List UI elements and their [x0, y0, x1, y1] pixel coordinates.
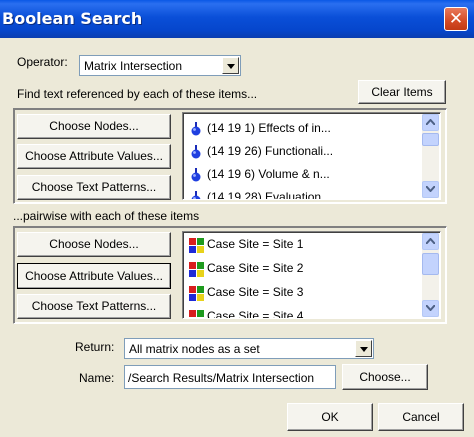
list-item[interactable]: Case Site = Site 2 — [189, 261, 303, 281]
choose-attribute-values-button-2[interactable]: Choose Attribute Values... — [17, 263, 171, 289]
chevron-down-icon[interactable] — [355, 340, 372, 357]
operator-label: Operator: — [17, 55, 68, 69]
attribute-value-icon — [189, 238, 204, 256]
cancel-button[interactable]: Cancel — [378, 403, 464, 431]
attribute-value-icon — [189, 262, 204, 280]
list-item[interactable]: (14 19 28) Evaluation... — [191, 190, 331, 199]
title-bar: Boolean Search ✕ — [0, 0, 474, 38]
name-field[interactable]: /Search Results/Matrix Intersection — [124, 365, 336, 389]
name-value: /Search Results/Matrix Intersection — [128, 371, 315, 385]
scroll-thumb[interactable] — [422, 133, 439, 146]
choose-nodes-button-1[interactable]: Choose Nodes... — [17, 114, 171, 139]
operator-value: Matrix Intersection — [84, 59, 183, 73]
list-item[interactable]: (14 19 1) Effects of in... — [191, 121, 331, 141]
section1-caption: Find text referenced by each of these it… — [17, 87, 258, 101]
choose-attribute-values-button-1[interactable]: Choose Attribute Values... — [17, 144, 171, 169]
window-title: Boolean Search — [2, 9, 143, 28]
list-item[interactable]: Case Site = Site 3 — [189, 285, 303, 305]
return-label: Return: — [75, 340, 115, 354]
scroll-down-icon[interactable] — [422, 181, 439, 198]
operator-dropdown[interactable]: Matrix Intersection — [79, 55, 241, 76]
list-item[interactable]: Case Site = Site 1 — [189, 237, 303, 257]
section2-scrollbar[interactable] — [422, 233, 439, 317]
scroll-down-icon[interactable] — [422, 300, 439, 317]
attribute-value-icon — [189, 286, 204, 304]
scroll-up-icon[interactable] — [422, 114, 439, 131]
choose-name-button[interactable]: Choose... — [342, 364, 428, 390]
blue-node-icon — [189, 168, 203, 185]
attribute-value-icon — [189, 310, 204, 318]
blue-node-icon — [189, 191, 203, 199]
scroll-thumb[interactable] — [422, 253, 439, 275]
choose-text-patterns-button-2[interactable]: Choose Text Patterns... — [17, 294, 171, 319]
close-icon: ✕ — [448, 9, 464, 29]
name-label: Name: — [79, 371, 115, 385]
blue-node-icon — [189, 122, 203, 139]
section2-listbox[interactable]: Case Site = Site 1 Case Site = Site 2 Ca… — [182, 231, 441, 319]
return-dropdown[interactable]: All matrix nodes as a set — [124, 338, 374, 359]
blue-node-icon — [189, 145, 203, 162]
ok-button[interactable]: OK — [287, 403, 373, 431]
close-button[interactable]: ✕ — [444, 7, 468, 31]
section1-listbox[interactable]: (14 19 1) Effects of in... (14 19 26) Fu… — [182, 112, 441, 200]
chevron-down-icon[interactable] — [222, 57, 239, 74]
list-item[interactable]: Case Site = Site 4 — [189, 309, 303, 318]
list-item[interactable]: (14 19 26) Functionali... — [191, 144, 333, 164]
clear-items-button[interactable]: Clear Items — [358, 80, 446, 104]
section2-caption: ...pairwise with each of these items — [13, 209, 200, 223]
scroll-up-icon[interactable] — [422, 233, 439, 250]
section1-scrollbar[interactable] — [422, 114, 439, 198]
choose-text-patterns-button-1[interactable]: Choose Text Patterns... — [17, 175, 171, 200]
return-value: All matrix nodes as a set — [129, 342, 260, 356]
choose-nodes-button-2[interactable]: Choose Nodes... — [17, 232, 171, 257]
list-item[interactable]: (14 19 6) Volume & n... — [191, 167, 330, 187]
